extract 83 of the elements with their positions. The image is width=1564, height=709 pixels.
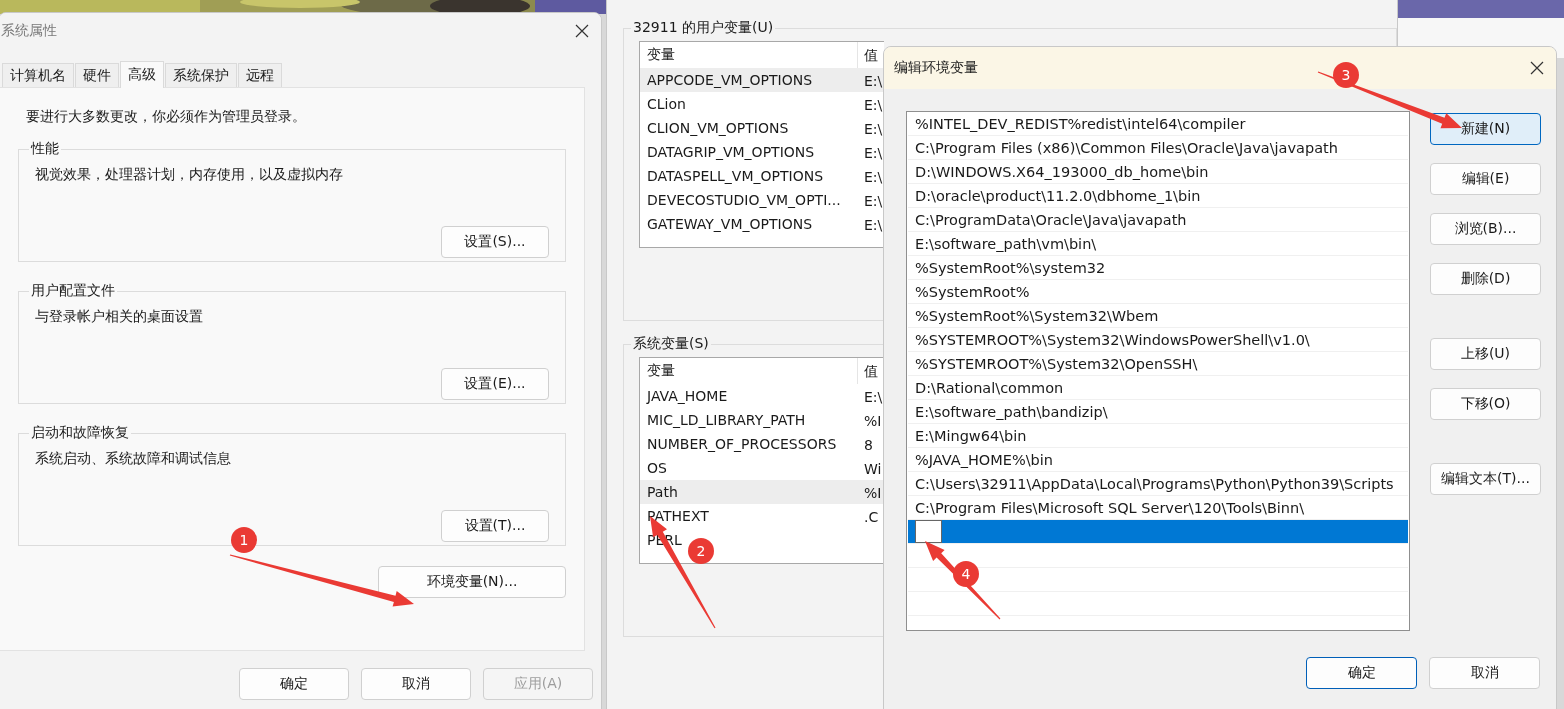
side-button[interactable]: 编辑(E) <box>1430 163 1541 195</box>
path-entry[interactable]: %SYSTEMROOT%\System32\OpenSSH\ <box>915 355 1198 372</box>
variable-value[interactable]: E:\ <box>864 144 883 161</box>
group-title: 32911 的用户变量(U) <box>632 19 775 37</box>
path-entry[interactable]: %INTEL_DEV_REDIST%redist\intel64\compiler <box>915 115 1246 132</box>
side-button[interactable]: 浏览(B)... <box>1430 213 1541 245</box>
tab[interactable]: 远程 <box>238 63 282 87</box>
group-title: 用户配置文件 <box>30 282 116 300</box>
variable-name[interactable]: Path <box>647 484 678 500</box>
path-entry[interactable]: E:\software_path\vm\bin\ <box>915 235 1097 252</box>
side-button[interactable]: 下移(O) <box>1430 388 1541 420</box>
side-button[interactable]: 删除(D) <box>1430 263 1541 295</box>
group-title: 性能 <box>29 140 60 158</box>
path-entry[interactable]: %SystemRoot%\System32\Wbem <box>915 307 1159 324</box>
dialog-button[interactable]: 确定 <box>239 668 349 700</box>
path-entry[interactable]: C:\Users\32911\AppData\Local\Programs\Python\Python39\Scripts <box>915 475 1394 492</box>
variable-name[interactable]: GATEWAY_VM_OPTIONS <box>647 216 813 232</box>
input-field[interactable] <box>915 520 942 543</box>
variable-name[interactable]: APPCODE_VM_OPTIONS <box>647 72 813 88</box>
variable-value[interactable]: E:\ <box>864 192 883 209</box>
settings-button[interactable]: 设置(T)... <box>441 510 549 542</box>
window-title: 系统属性 <box>1 22 57 40</box>
side-button[interactable]: 新建(N) <box>1430 113 1541 145</box>
path-entry[interactable]: E:\Mingw64\bin <box>915 427 1027 444</box>
variable-value[interactable]: E:\ <box>864 120 883 137</box>
dialog-title: 编辑环境变量 <box>894 59 978 77</box>
variable-name[interactable]: OS <box>647 460 667 476</box>
admin-note: 要进行大多数更改，你必须作为管理员登录。 <box>25 108 307 126</box>
path-entry[interactable]: D:\WINDOWS.X64_193000_db_home\bin <box>915 163 1209 180</box>
path-entry[interactable]: C:\ProgramData\Oracle\Java\javapath <box>915 211 1187 228</box>
group-description: 系统启动、系统故障和调试信息 <box>35 450 232 468</box>
variable-name[interactable]: MIC_LD_LIBRARY_PATH <box>647 412 806 428</box>
variable-name[interactable]: JAVA_HOME <box>647 388 728 404</box>
path-entry[interactable]: %JAVA_HOME%\bin <box>915 451 1054 468</box>
settings-button[interactable]: 设置(E)... <box>441 368 549 400</box>
variable-list[interactable]: 变量 值 APPCODE_VM_OPTIONS E:\ CLion E:\ CLION_VM_OPTIONS E:\ DATAGRIP_VM_OPTIONS E:\ DATASPELL_VM_OPTIONS E:\ DEVECOSTUDIO_VM_OPTI... E:\ GATEWAY_VM_OPTIONS E:\ <box>639 41 884 248</box>
environment-variables-button[interactable]: 环境变量(N)... <box>378 566 566 598</box>
close-icon[interactable] <box>575 24 589 38</box>
variable-value[interactable]: E:\ <box>864 388 883 405</box>
variable-value[interactable]: 8 <box>864 436 873 453</box>
variable-name[interactable]: DATAGRIP_VM_OPTIONS <box>647 144 815 160</box>
dialog-button[interactable]: 取消 <box>1429 657 1540 689</box>
variable-value[interactable]: E:\ <box>864 96 883 113</box>
path-entry[interactable]: D:\oracle\product\11.2.0\dbhome_1\bin <box>915 187 1201 204</box>
variable-value[interactable]: %I <box>864 484 882 501</box>
side-button[interactable]: 编辑文本(T)... <box>1430 463 1541 495</box>
path-entry[interactable]: C:\Program Files (x86)\Common Files\Oracle\Java\javapath <box>915 139 1338 156</box>
column-header[interactable]: 值 <box>864 363 878 379</box>
close-icon[interactable] <box>1530 61 1544 75</box>
tab[interactable]: 高级 <box>120 61 164 88</box>
variable-value[interactable]: E:\ <box>864 168 883 185</box>
group-description: 与登录帐户相关的桌面设置 <box>35 308 204 326</box>
dialog-button[interactable]: 取消 <box>361 668 471 700</box>
column-header[interactable]: 值 <box>864 47 878 63</box>
path-entry[interactable]: %SystemRoot% <box>915 283 1030 300</box>
variable-name[interactable]: CLION_VM_OPTIONS <box>647 120 789 136</box>
path-list[interactable] <box>906 111 1410 631</box>
tab[interactable]: 硬件 <box>75 63 119 87</box>
path-entry[interactable]: %SYSTEMROOT%\System32\WindowsPowerShell\v1.0\ <box>915 331 1310 348</box>
column-header[interactable]: 变量 <box>647 362 675 380</box>
side-button[interactable]: 上移(U) <box>1430 338 1541 370</box>
variable-name[interactable]: NUMBER_OF_PROCESSORS <box>647 436 837 452</box>
variable-name[interactable]: DATASPELL_VM_OPTIONS <box>647 168 824 184</box>
variable-value[interactable]: E:\ <box>864 72 883 89</box>
variable-value[interactable]: .C <box>864 508 879 525</box>
group-title: 启动和故障恢复 <box>30 424 130 442</box>
group-description: 视觉效果，处理器计划，内存使用，以及虚拟内存 <box>35 166 344 184</box>
path-entry[interactable]: E:\software_path\bandizip\ <box>915 403 1108 420</box>
variable-name[interactable]: CLion <box>647 96 686 112</box>
variable-value[interactable]: E:\ <box>864 216 883 233</box>
path-entry[interactable]: C:\Program Files\Microsoft SQL Server\120\Tools\Binn\ <box>915 499 1305 516</box>
path-entry[interactable]: D:\Rational\common <box>915 379 1064 396</box>
variable-name[interactable]: DEVECOSTUDIO_VM_OPTI... <box>647 192 841 208</box>
group-title: 系统变量(S) <box>632 335 710 353</box>
variable-value[interactable]: Wi <box>864 460 882 477</box>
settings-button[interactable]: 设置(S)... <box>441 226 549 258</box>
tab[interactable]: 系统保护 <box>165 63 237 87</box>
tab[interactable]: 计算机名 <box>2 63 74 87</box>
variable-name[interactable]: PATHEXT <box>647 508 709 524</box>
column-header[interactable]: 变量 <box>647 46 675 64</box>
path-entry[interactable]: %SystemRoot%\system32 <box>915 259 1106 276</box>
variable-value[interactable]: %I <box>864 412 882 429</box>
dialog-button[interactable]: 确定 <box>1306 657 1417 689</box>
